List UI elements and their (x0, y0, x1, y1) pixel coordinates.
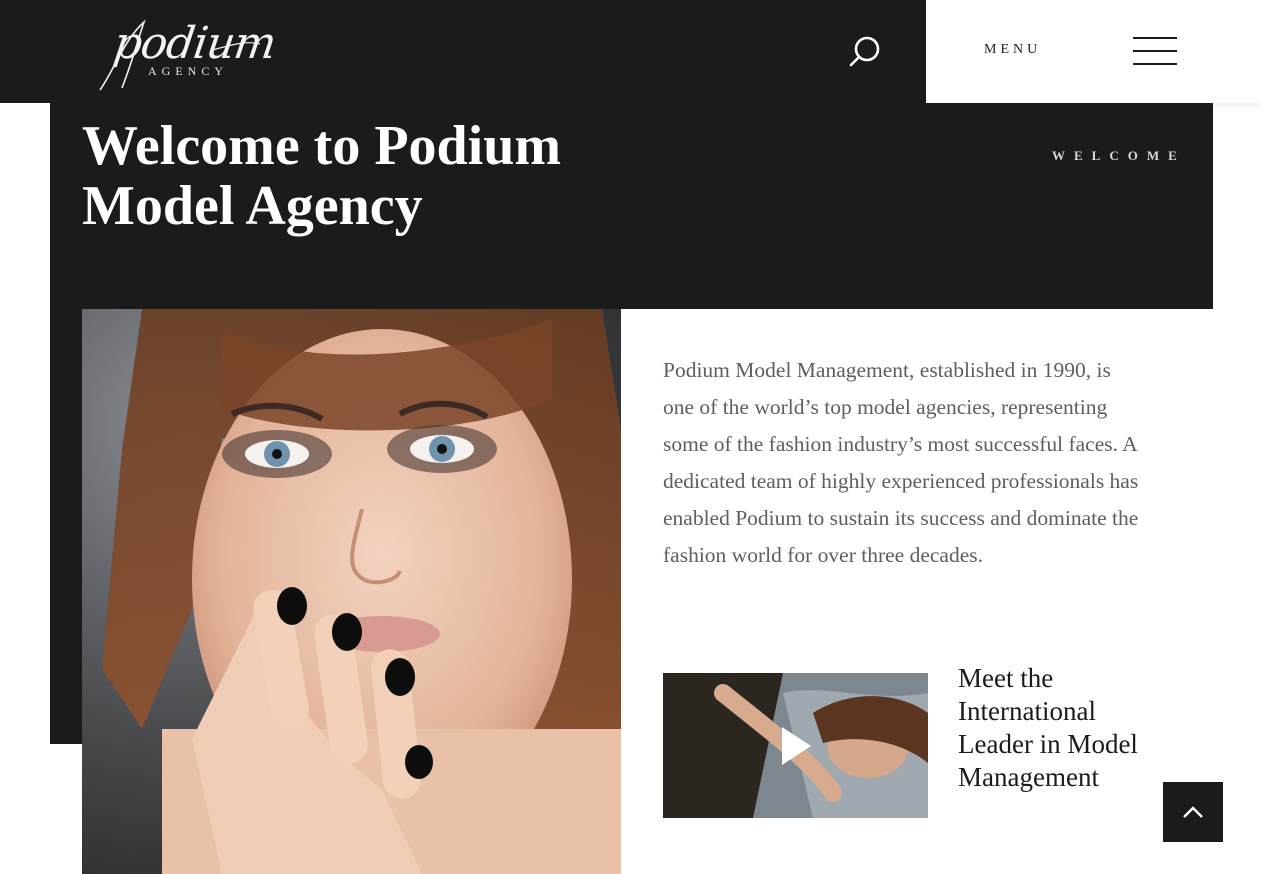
search-icon (849, 36, 880, 67)
video-thumbnail[interactable] (663, 673, 928, 818)
hamburger-line (1133, 63, 1177, 65)
menu-label[interactable]: MENU (984, 42, 1041, 58)
back-to-top-button[interactable] (1163, 782, 1223, 842)
hamburger-button[interactable] (1133, 37, 1177, 67)
video-heading: Meet the International Leader in Model M… (958, 663, 1138, 792)
hamburger-line (1133, 50, 1177, 52)
section-eyebrow: WELCOME (1052, 148, 1186, 163)
menu-panel (926, 0, 1261, 103)
chevron-up-icon (1183, 806, 1203, 818)
hamburger-line (1133, 37, 1177, 39)
intro-paragraph: Podium Model Management, established in … (663, 358, 1139, 567)
logo-wordmark: podium (110, 18, 279, 69)
logo-subtitle: AGENCY (148, 64, 228, 78)
hero-portrait-image (82, 309, 621, 874)
hero-accent-strip (50, 309, 82, 744)
search-button[interactable] (848, 34, 882, 68)
logo[interactable]: podium AGENCY (94, 10, 279, 94)
page-title: Welcome to Podium Model Agency (82, 115, 562, 237)
